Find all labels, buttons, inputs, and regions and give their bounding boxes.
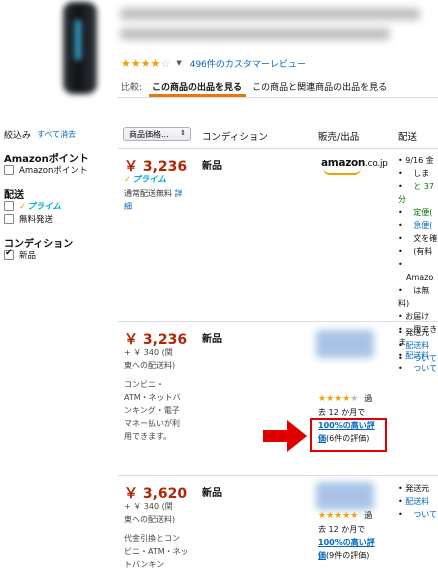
offer-payment-notes: + ￥ 340 (関 東への配送料) 代金引換とコン ビニ・ATM・ネッ トバン… <box>124 502 189 569</box>
filter-section-points-title: Amazonポイント <box>4 154 89 165</box>
dropdown-arrows-icon: ⇕ <box>180 129 186 137</box>
seller-feedback-link-cont[interactable]: 価 <box>318 551 326 560</box>
review-count-link[interactable]: 496件のカスタマーレビュー <box>190 57 306 70</box>
checkbox-checked[interactable] <box>4 248 14 260</box>
header-condition: コンディション <box>202 132 268 143</box>
chevron-down-icon[interactable]: ▼ <box>176 59 181 67</box>
shipping-fee-link[interactable]: 配送料 <box>405 497 429 506</box>
seller-rating: ★★★★★ 過 <box>318 511 373 521</box>
amazon-seller-logo[interactable]: amazon.co.jp <box>321 157 388 175</box>
amazon-smile-icon <box>323 168 361 175</box>
filter-option-free-shipping[interactable]: 無料発送 <box>4 212 114 225</box>
header-seller: 販売/出品 <box>318 132 360 143</box>
prime-badge-icon: ✓プライム <box>124 175 166 185</box>
checkbox[interactable] <box>4 200 14 211</box>
checkbox[interactable] <box>4 164 14 175</box>
offer-payment-notes: + ￥ 340 (関 東への配送料) コンビニ・ ATM・ネットバ ンキング・電… <box>124 348 181 441</box>
shipping-fee-link-cont[interactable]: ついて <box>413 510 437 519</box>
shipping-note: 通常配送無料 詳 <box>124 189 183 198</box>
compare-tabs: 比較: この商品の出品を見る この商品と関連商品の出品を見る <box>121 79 387 93</box>
filter-option-label: Amazonポイント <box>19 165 88 176</box>
seller-name-blurred[interactable] <box>316 330 374 358</box>
filter-option-prime[interactable]: ✓プライム <box>4 199 114 212</box>
filter-option-points[interactable]: Amazonポイント <box>4 163 114 176</box>
seller-rating-stars-icon[interactable]: ★★★★★ <box>318 394 358 404</box>
shipping-details-link[interactable]: 詳 <box>175 189 183 198</box>
sort-dropdown-label: 商品価格... <box>129 129 169 139</box>
prime-logo-icon: ✓プライム <box>19 201 61 212</box>
delivery-info: 発送元 配送料 ついて <box>398 482 437 521</box>
empty-star-icon: ☆ <box>160 56 171 70</box>
tab-related-item-offers[interactable]: この商品と関連商品の出品を見る <box>252 80 387 93</box>
sort-dropdown[interactable]: 商品価格... ⇕ <box>123 127 191 141</box>
filter-option-label: 無料発送 <box>19 214 54 225</box>
offer-row: ￥ 3,236 ✓プライム 通常配送無料 詳 細 新品 amazon.co.jp… <box>118 149 438 373</box>
red-arrow-annotation-icon <box>263 420 307 452</box>
product-rating-row: ★★★★☆ ▼ 496件のカスタマーレビュー <box>121 56 306 70</box>
filter-label: 絞込み <box>4 130 32 141</box>
product-rating-stars-icon[interactable]: ★★★★☆ <box>121 57 170 70</box>
shipping-fee-link[interactable]: 配送料 <box>405 341 429 350</box>
compare-label: 比較: <box>121 82 143 93</box>
filter-section-delivery-title: 配送 <box>4 190 24 201</box>
shipping-details-link-cont[interactable]: 細 <box>124 200 132 213</box>
filter-option-label: 新品 <box>19 250 37 261</box>
divider <box>117 97 438 98</box>
seller-rating-stars-icon[interactable]: ★★★★★ <box>318 511 358 521</box>
filter-section-condition-title: コンディション <box>4 239 74 250</box>
seller-feedback: 去 12 か月で 100%の高い評 価(9件の評価) <box>318 525 375 560</box>
seller-name-blurred[interactable] <box>316 482 374 510</box>
offer-row: ￥ 3,620 + ￥ 340 (関 東への配送料) 代金引換とコン ビニ・AT… <box>118 476 438 574</box>
seller-rating: ★★★★★ 過 <box>318 394 373 404</box>
offer-condition: 新品 <box>202 488 222 499</box>
seller-feedback-link[interactable]: 100%の高い評 <box>318 538 375 547</box>
tab-this-item-offers[interactable]: この商品の出品を見る <box>152 80 242 93</box>
offer-condition: 新品 <box>202 334 222 345</box>
product-title-blurred <box>120 8 438 48</box>
offer-row: ￥ 3,236 + ￥ 340 (関 東への配送料) コンビニ・ ATM・ネット… <box>118 322 438 476</box>
header-delivery: 配送 <box>398 132 418 143</box>
product-image[interactable] <box>55 2 105 98</box>
offer-condition: 新品 <box>202 161 222 172</box>
offer-table-header: 商品価格... ⇕ コンディション 販売/出品 配送 <box>118 122 438 149</box>
checkbox[interactable] <box>4 213 14 224</box>
highlight-box-annotation <box>310 418 387 452</box>
delivery-info: 発送元 配送料 ついて <box>398 326 437 365</box>
half-star-icon: ★ <box>150 56 161 70</box>
filter-sidebar: 絞込み すべて消去 Amazonポイント Amazonポイント 配送 ✓プライム… <box>4 128 114 261</box>
clear-filters-link[interactable]: すべて消去 <box>37 129 76 140</box>
shipping-fee-link-cont[interactable]: ついて <box>413 354 437 363</box>
